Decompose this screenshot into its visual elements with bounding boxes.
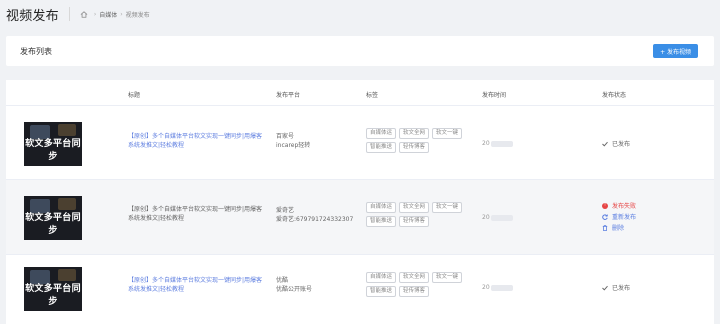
divider (68, 7, 70, 21)
tag: 软文一键 (432, 272, 463, 283)
column-platform: 发布平台 (276, 92, 301, 99)
breadcrumb-item[interactable]: 自媒体 (99, 10, 117, 19)
video-title-link[interactable]: 【原创】多个自媒体平台软文实现一键同步|用爆客系统发推文|轻松教程 (128, 276, 268, 294)
video-thumbnail[interactable]: 软文多平台同步 (24, 267, 82, 311)
platform-account: 优酷公开账号 (276, 286, 313, 293)
status-cell: 已发布 (602, 282, 630, 293)
table-header: 标题 发布平台 标签 发布时间 发布状态 (6, 80, 714, 106)
tag: 智能推送 (366, 142, 397, 153)
tag: 软文全网 (399, 128, 430, 139)
tag: 自媒体运 (366, 202, 397, 213)
column-time: 发布时间 (482, 92, 507, 99)
publish-time: 20 (482, 284, 513, 291)
breadcrumb-separator: › (93, 10, 97, 18)
tag: 自媒体运 (366, 128, 397, 139)
home-icon[interactable] (80, 10, 88, 18)
platform-name: 爱奇艺 (276, 207, 295, 214)
card-title: 发布列表 (20, 46, 52, 56)
publish-table: 标题 发布平台 标签 发布时间 发布状态 软文多平台同步 【原创】多个自媒体平台… (6, 80, 714, 324)
check-icon (602, 141, 608, 147)
column-title: 标题 (128, 92, 141, 99)
video-title-link[interactable]: 【原创】多个自媒体平台软文实现一键同步|用爆客系统发推文|轻松教程 (128, 132, 268, 150)
status-text: 发布失败 (612, 203, 637, 210)
status-text: 已发布 (612, 285, 631, 292)
tag-list: 自媒体运 软文全网 软文一键 智能推送 轻传博客 (366, 272, 470, 297)
thumbnail-title: 软文多平台同步 (25, 213, 81, 236)
tag: 软文全网 (399, 272, 430, 283)
tag: 自媒体运 (366, 272, 397, 283)
tag-list: 自媒体运 软文全网 软文一键 智能推送 轻传博客 (366, 202, 470, 227)
error-icon: ! (602, 202, 608, 209)
tag: 智能推送 (366, 286, 397, 297)
status-failed: ! 发布失败 (602, 200, 636, 211)
publish-video-button[interactable]: + 发布视频 (653, 44, 698, 58)
status-text: 已发布 (612, 141, 631, 148)
platform-cell: 百家号 incarep轻转 (276, 132, 356, 150)
platform-name: 百家号 (276, 133, 295, 140)
page-title: 视频发布 (6, 8, 59, 24)
breadcrumb-current: 视频发布 (125, 11, 150, 19)
trash-icon (602, 224, 608, 231)
status-published: 已发布 (602, 138, 630, 149)
tag: 软文一键 (432, 128, 463, 139)
platform-account: 爱奇艺:679791724332307 (276, 216, 354, 223)
platform-name: 优酷 (276, 277, 289, 284)
thumbnail-title: 软文多平台同步 (25, 139, 81, 162)
video-title-link[interactable]: 【原创】多个自媒体平台软文实现一键同步|用爆客系统发推文|轻松教程 (128, 205, 268, 223)
column-status: 发布状态 (602, 92, 627, 99)
publish-time: 20 (482, 140, 513, 147)
table-row: 软文多平台同步 【原创】多个自媒体平台软文实现一键同步|用爆客系统发推文|轻松教… (6, 106, 714, 180)
tag: 轻传博客 (399, 286, 430, 297)
status-cell: 已发布 (602, 138, 630, 149)
table-row: 软文多平台同步 【原创】多个自媒体平台软文实现一键同步|用爆客系统发推文|轻松教… (6, 180, 714, 254)
tag: 轻传博客 (399, 142, 430, 153)
top-bar: 视频发布 › 自媒体 › 视频发布 (0, 0, 720, 28)
redacted-time (490, 214, 513, 221)
table-row: 软文多平台同步 【原创】多个自媒体平台软文实现一键同步|用爆客系统发推文|轻松教… (6, 255, 714, 324)
tag: 轻传博客 (399, 216, 430, 227)
tag-list: 自媒体运 软文全网 软文一键 智能推送 轻传博客 (366, 128, 470, 153)
publish-list-card: 发布列表 + 发布视频 (6, 36, 714, 66)
tag: 软文一键 (432, 202, 463, 213)
delete-label: 删除 (612, 225, 625, 232)
video-thumbnail[interactable]: 软文多平台同步 (24, 122, 82, 166)
thumbnail-title: 软文多平台同步 (25, 284, 81, 307)
tag: 智能推送 (366, 216, 397, 227)
delete-button[interactable]: 删除 (602, 222, 636, 233)
platform-cell: 优酷 优酷公开账号 (276, 276, 356, 294)
time-text: 20 (482, 284, 490, 291)
breadcrumb-separator: › (120, 10, 123, 18)
status-cell: ! 发布失败 重新发布 删除 (602, 200, 636, 233)
video-thumbnail[interactable]: 软文多平台同步 (24, 196, 82, 240)
column-tags: 标签 (366, 92, 379, 99)
breadcrumb: › 自媒体 › 视频发布 (80, 10, 150, 19)
time-text: 20 (482, 140, 490, 147)
time-text: 20 (482, 214, 490, 221)
refresh-icon (602, 213, 608, 220)
platform-cell: 爱奇艺 爱奇艺:679791724332307 (276, 206, 356, 224)
status-published: 已发布 (602, 282, 630, 293)
platform-account: incarep轻转 (276, 142, 311, 149)
republish-label: 重新发布 (612, 214, 637, 221)
check-icon (602, 285, 608, 291)
republish-button[interactable]: 重新发布 (602, 211, 636, 222)
tag: 软文全网 (399, 202, 430, 213)
publish-time: 20 (482, 214, 513, 221)
redacted-time (490, 284, 513, 291)
redacted-time (490, 140, 513, 147)
